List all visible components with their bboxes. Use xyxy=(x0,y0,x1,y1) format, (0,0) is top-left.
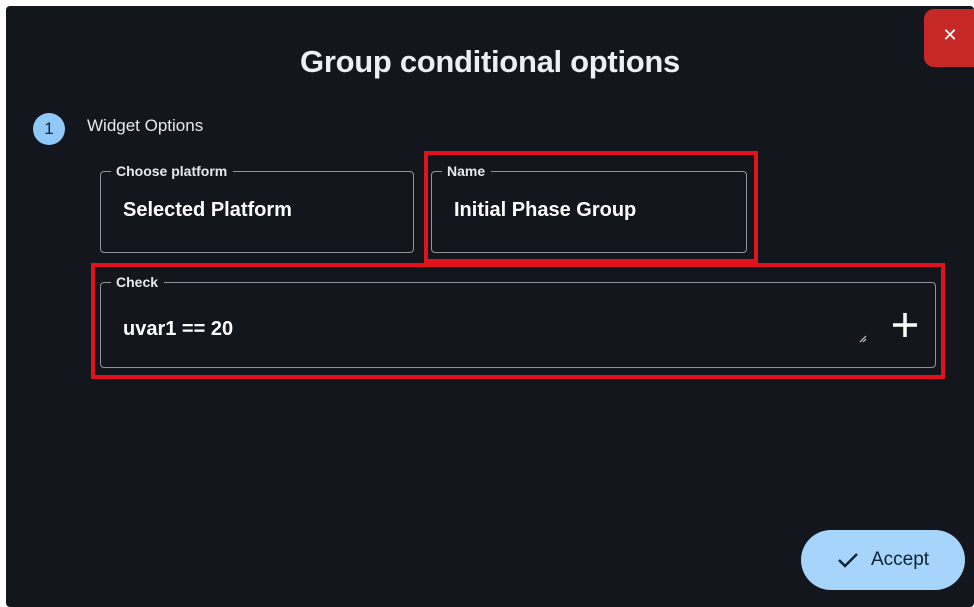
step-label: Widget Options xyxy=(87,116,204,135)
check-label: Check xyxy=(111,273,165,291)
dialog-title: Group conditional options xyxy=(300,44,680,79)
name-label: Name xyxy=(442,162,492,180)
checkmark-icon xyxy=(838,553,858,568)
choose-platform-value: Selected Platform xyxy=(123,199,292,221)
conditional-options-dialog: Group conditional options ✕ 1 Widget Opt… xyxy=(6,6,974,607)
name-value: Initial Phase Group xyxy=(454,199,637,221)
check-field[interactable]: Check uvar1 == 20 xyxy=(100,273,936,368)
close-button[interactable]: ✕ xyxy=(924,9,974,67)
plus-icon[interactable] xyxy=(887,307,923,343)
resize-grip-icon[interactable] xyxy=(859,335,867,343)
check-value: uvar1 == 20 xyxy=(123,318,234,340)
step-number-badge: 1 xyxy=(33,113,65,145)
accept-button[interactable]: Accept xyxy=(801,530,965,590)
choose-platform-field[interactable]: Choose platform Selected Platform xyxy=(100,162,414,253)
close-icon: ✕ xyxy=(942,24,958,45)
choose-platform-label: Choose platform xyxy=(111,162,234,180)
accept-label: Accept xyxy=(870,549,930,570)
name-field[interactable]: Name Initial Phase Group xyxy=(431,162,747,253)
